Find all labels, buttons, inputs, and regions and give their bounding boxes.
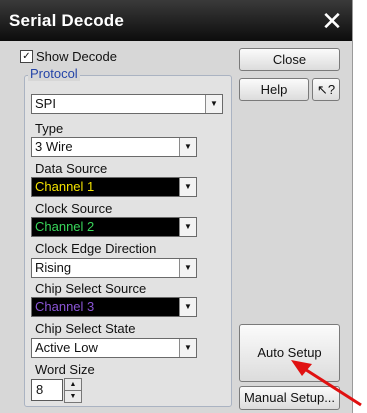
annotation-arrow-line: [299, 364, 362, 407]
annotation-arrow: [291, 360, 362, 407]
annotation-arrow-head: [291, 360, 312, 376]
